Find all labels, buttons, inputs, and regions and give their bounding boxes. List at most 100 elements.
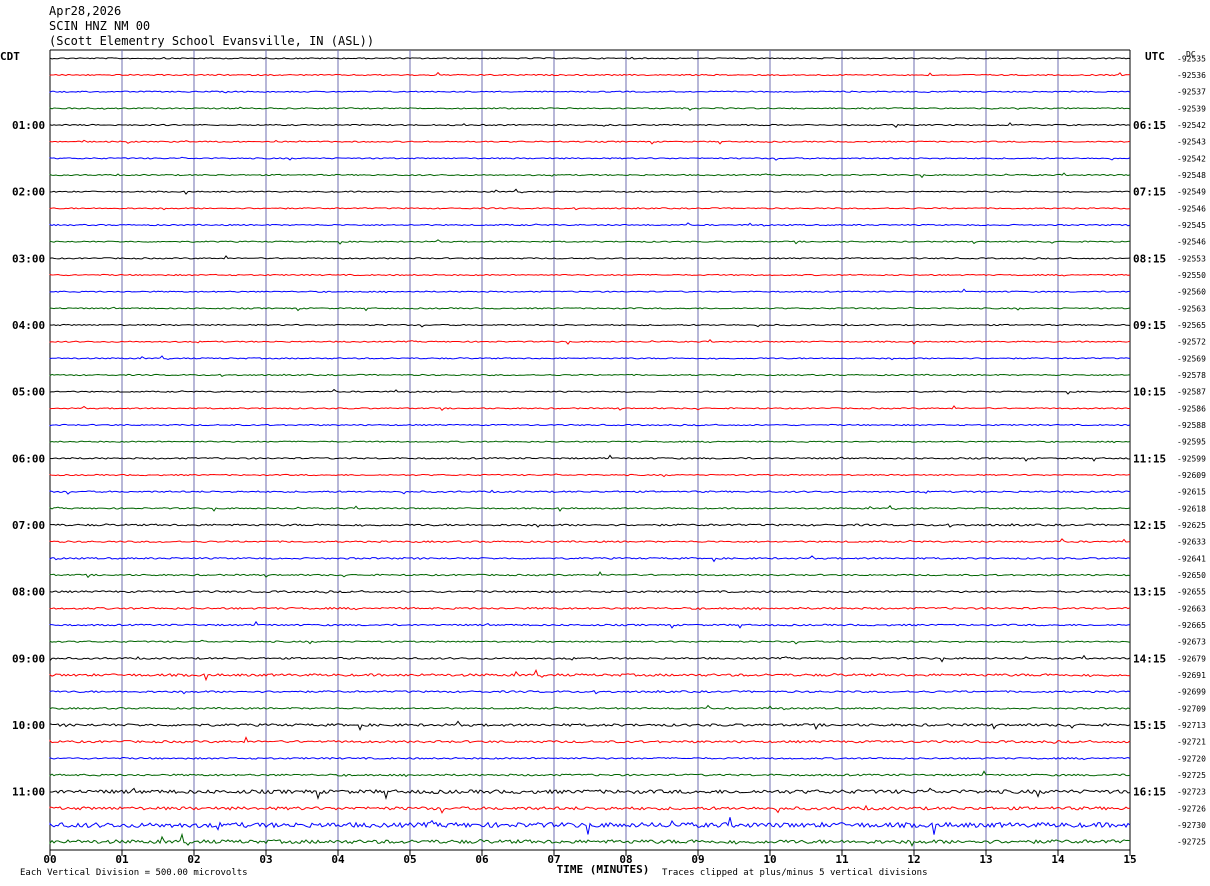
x-tick-label: 11 (835, 853, 849, 866)
seismic-trace (49, 423, 1131, 427)
seismic-trace (49, 736, 1131, 744)
x-tick-label: 00 (43, 853, 56, 866)
cdt-hour-label: 05:00 (12, 386, 45, 399)
cdt-hour-label: 06:00 (12, 452, 45, 465)
dc-offset-label: -92548 (1177, 171, 1206, 180)
cdt-hour-label: 08:00 (12, 586, 45, 599)
seismic-trace (49, 156, 1131, 161)
dc-offset-label: -92578 (1177, 371, 1206, 380)
grid-lines (49, 49, 1131, 856)
cdt-hour-label: 11:00 (12, 786, 45, 799)
dc-offset-label: -92546 (1177, 204, 1206, 213)
dc-offset-label: -92725 (1177, 838, 1206, 847)
seismic-trace (49, 273, 1131, 277)
dc-offset-label: -92560 (1177, 288, 1206, 297)
seismic-trace (49, 523, 1131, 528)
x-tick-label: 14 (1051, 853, 1065, 866)
seismic-trace (49, 590, 1131, 594)
helicorder-chart: -92535-92536-92537-92539-92542-92543-925… (0, 49, 1206, 878)
seismic-trace (49, 339, 1131, 345)
vertical-division-note: Each Vertical Division = 500.00 microvol… (20, 868, 248, 878)
dc-offset-label: -92691 (1177, 671, 1206, 680)
dc-offset-label: -92563 (1177, 304, 1206, 313)
dc-offset-label: -92641 (1177, 554, 1206, 563)
utc-hour-label: 07:15 (1133, 186, 1166, 199)
dc-offset-label: -92663 (1177, 604, 1206, 613)
seismic-trace (49, 56, 1131, 60)
seismic-trace (49, 620, 1131, 629)
x-tick-label: 12 (907, 853, 920, 866)
cdt-hour-label: 09:00 (12, 652, 45, 665)
cdt-hour-label: 07:00 (12, 519, 45, 532)
seismic-trace (49, 388, 1131, 395)
dc-offset-label: -92699 (1177, 688, 1206, 697)
x-tick-label: 09 (691, 853, 704, 866)
x-tick-label: 03 (259, 853, 272, 866)
seismic-trace (49, 669, 1131, 682)
dc-offset-label: -92587 (1177, 388, 1206, 397)
utc-hour-label: 16:15 (1133, 786, 1166, 799)
seismic-trace (49, 122, 1131, 128)
clipping-note: Traces clipped at plus/minus 5 vertical … (662, 868, 928, 878)
seismic-trace (49, 440, 1131, 444)
seismic-trace (49, 538, 1131, 544)
x-tick-label: 01 (115, 853, 129, 866)
seismic-trace (49, 255, 1131, 260)
seismic-trace (49, 90, 1131, 94)
seismic-trace (49, 756, 1131, 761)
dc-offset-label: -92542 (1177, 121, 1206, 130)
seismic-trace (49, 172, 1131, 179)
cdt-hour-label: 04:00 (12, 319, 45, 332)
seismic-trace (49, 639, 1131, 645)
dc-offset-label: -92549 (1177, 188, 1206, 197)
utc-hour-label: 15:15 (1133, 719, 1166, 732)
seismic-trace (49, 222, 1131, 227)
dc-offset-label: -92633 (1177, 538, 1206, 547)
x-tick-label: 15 (1123, 853, 1136, 866)
seismic-trace (49, 106, 1131, 111)
dc-offset-label: -92655 (1177, 588, 1206, 597)
dc-offset-label: -92618 (1177, 504, 1206, 513)
dc-header-label: DC (1186, 50, 1196, 59)
x-tick-label: 04 (331, 853, 345, 866)
seismic-trace (49, 606, 1131, 611)
seismic-trace (49, 504, 1131, 512)
dc-offset-label: -92725 (1177, 771, 1206, 780)
seismic-trace (49, 704, 1131, 711)
dc-offset-label: -92679 (1177, 654, 1206, 663)
dc-offset-label: -92721 (1177, 738, 1206, 747)
seismic-trace (49, 323, 1131, 328)
dc-offset-label: -92572 (1177, 338, 1206, 347)
dc-offset-label: -92595 (1177, 438, 1206, 447)
dc-offset-label: -92615 (1177, 488, 1206, 497)
x-tick-label: 05 (403, 853, 416, 866)
dc-offset-label: -92546 (1177, 238, 1206, 247)
cdt-hour-label: 10:00 (12, 719, 45, 732)
seismic-trace (49, 373, 1131, 377)
seismic-trace (49, 405, 1131, 412)
seismic-trace (49, 804, 1131, 814)
dc-offset-label: -92586 (1177, 404, 1206, 413)
dc-offset-label: -92599 (1177, 454, 1206, 463)
utc-hour-label: 11:15 (1133, 452, 1166, 465)
utc-hour-label: 10:15 (1133, 386, 1166, 399)
dc-offset-label: -92565 (1177, 321, 1206, 330)
dc-offset-label: -92665 (1177, 621, 1206, 630)
seismic-trace (49, 689, 1131, 695)
seismic-trace (49, 288, 1131, 294)
cdt-hour-label: 02:00 (12, 186, 45, 199)
utc-hour-label: 13:15 (1133, 586, 1166, 599)
utc-hour-label: 12:15 (1133, 519, 1166, 532)
cdt-hour-label: 01:00 (12, 119, 45, 132)
seismic-trace (49, 817, 1131, 835)
seismic-trace (49, 489, 1131, 495)
dc-offset-label: -92536 (1177, 71, 1206, 80)
dc-offset-label: -92726 (1177, 804, 1206, 813)
dc-offset-label: -92550 (1177, 271, 1206, 280)
dc-offset-label: -92673 (1177, 638, 1206, 647)
utc-hour-label: 06:15 (1133, 119, 1166, 132)
seismic-trace (49, 139, 1131, 145)
seismic-trace (49, 71, 1131, 77)
seismic-trace (49, 206, 1131, 211)
seismic-trace (49, 787, 1131, 800)
